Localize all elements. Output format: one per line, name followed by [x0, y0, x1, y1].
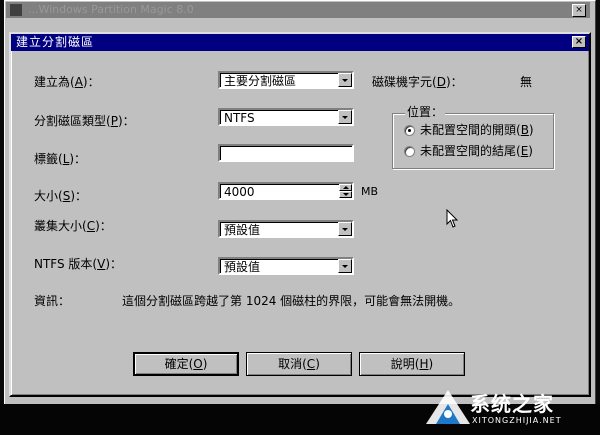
- drive-letter-value: 無: [520, 75, 533, 89]
- info-message: 這個分割磁區跨越了第 1024 個磁柱的界限，可能會無法開機。: [122, 294, 461, 308]
- help-button[interactable]: 說明(H): [359, 352, 465, 376]
- parent-title: ...Windows Partition Magic 8.0: [28, 3, 194, 16]
- spin-down-icon[interactable]: [339, 191, 352, 198]
- radio-start-label[interactable]: 未配置空間的開頭(B): [420, 123, 534, 137]
- chevron-down-icon[interactable]: [338, 110, 352, 124]
- mouse-pointer-icon: [446, 209, 459, 228]
- cancel-button[interactable]: 取消(C): [246, 352, 352, 376]
- cluster-size-value: 預設值: [224, 223, 261, 237]
- volume-label-input[interactable]: [218, 144, 354, 162]
- watermark-brand: 系统之家: [470, 392, 554, 416]
- volume-label-label: 標籤(L)：: [34, 152, 87, 166]
- ntfs-version-combo[interactable]: 預設值: [218, 257, 354, 275]
- size-value: 4000: [224, 185, 255, 199]
- info-label: 資訊：: [34, 294, 71, 308]
- close-button[interactable]: ×: [572, 36, 586, 48]
- position-legend: 位置：: [405, 105, 446, 119]
- drive-letter-label: 磁碟機字元(D)：: [372, 75, 463, 89]
- radio-start[interactable]: [404, 125, 415, 136]
- ntfs-version-value: 預設值: [224, 260, 261, 274]
- create-as-combo[interactable]: 主要分割磁區: [218, 71, 354, 89]
- spin-up-icon[interactable]: [339, 184, 352, 191]
- dialog-titlebar: 建立分割磁區 ×: [11, 34, 589, 51]
- radio-end[interactable]: [404, 146, 415, 157]
- partition-type-combo[interactable]: NTFS: [218, 108, 354, 126]
- partition-type-label: 分割磁區類型(P)：: [34, 114, 135, 128]
- ntfs-version-label: NTFS 版本(V)：: [34, 257, 123, 271]
- app-icon: [10, 4, 22, 16]
- size-spinbox[interactable]: 4000: [218, 182, 354, 200]
- watermark-url: XITONGZHIJIA.NET: [472, 416, 562, 425]
- ok-button[interactable]: 確定(O): [133, 352, 239, 376]
- chevron-down-icon[interactable]: [338, 259, 352, 273]
- create-as-label: 建立為(A)：: [34, 75, 100, 89]
- partition-type-value: NTFS: [224, 111, 255, 125]
- dialog-title: 建立分割磁區: [16, 35, 95, 49]
- size-unit: MB: [361, 185, 379, 198]
- size-label: 大小(S)：: [34, 189, 87, 203]
- parent-close-button[interactable]: ×: [572, 4, 586, 17]
- cluster-size-label: 叢集大小(C)：: [34, 219, 112, 233]
- create-as-value: 主要分割磁區: [224, 74, 297, 88]
- chevron-down-icon[interactable]: [338, 222, 352, 236]
- radio-end-label[interactable]: 未配置空間的結尾(E): [420, 144, 533, 158]
- cluster-size-combo[interactable]: 預設值: [218, 220, 354, 238]
- chevron-down-icon[interactable]: [338, 73, 352, 87]
- position-group: [392, 113, 554, 169]
- parent-titlebar: ...Windows Partition Magic 8.0 ×: [6, 2, 590, 18]
